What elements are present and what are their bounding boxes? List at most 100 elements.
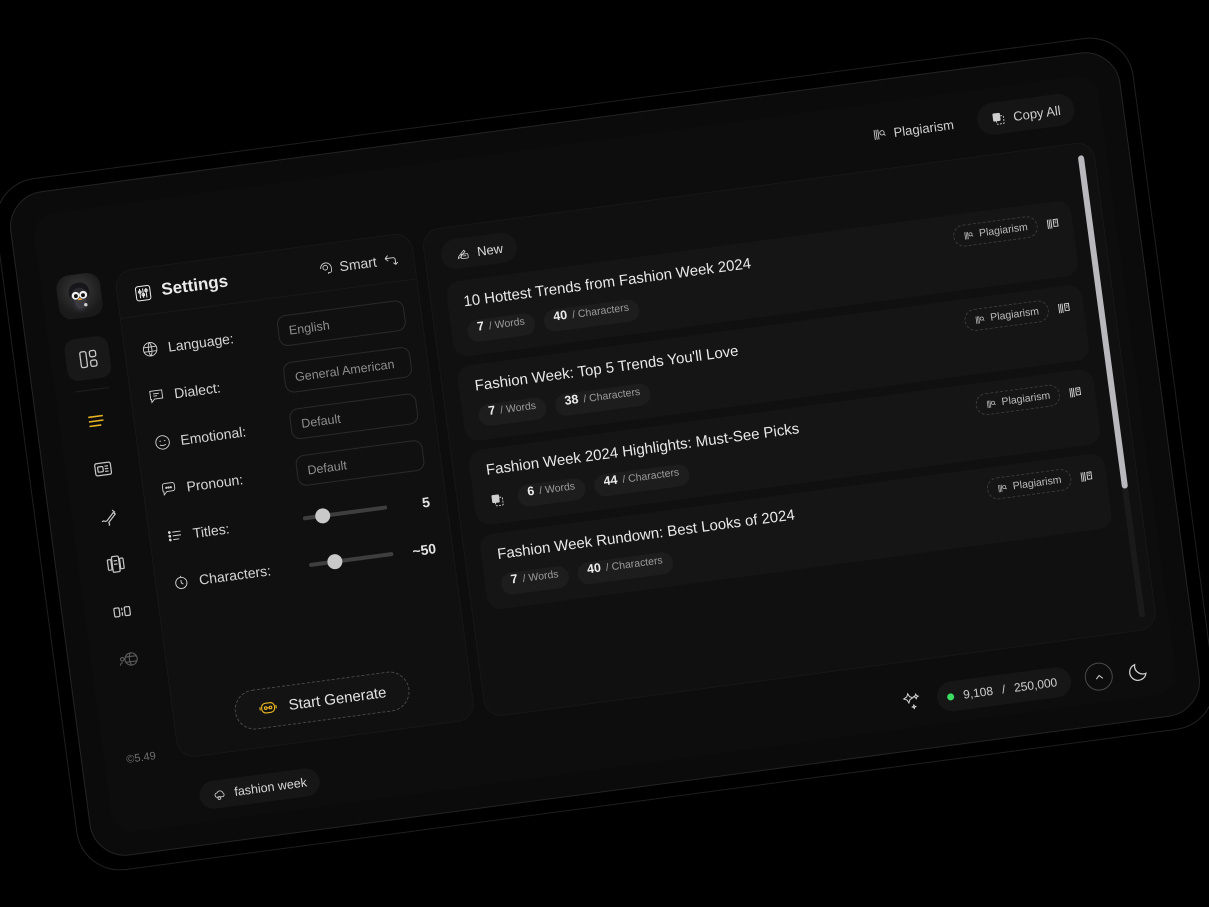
- pronoun-value: Default: [306, 457, 348, 477]
- row-plagiarism-button[interactable]: Plagiarism: [962, 298, 1050, 332]
- sidebar-item-dashboard[interactable]: [62, 334, 112, 382]
- plagiarism-icon: [973, 313, 985, 325]
- characters-unit: / Characters: [604, 553, 663, 574]
- row-plagiarism-button[interactable]: Plagiarism: [973, 382, 1062, 416]
- sidebar-divider: [74, 386, 109, 393]
- titles-label-group: Titles:: [164, 510, 293, 545]
- copy-all-label: Copy All: [1011, 101, 1061, 123]
- titles-label: Titles:: [191, 519, 230, 541]
- newspaper-icon: [90, 456, 114, 480]
- sidebar-item-titles[interactable]: [71, 397, 120, 444]
- cloud-icon: [211, 785, 228, 802]
- plagiarism-icon: [962, 228, 974, 240]
- sidebar-item-rewrite[interactable]: [84, 492, 133, 539]
- sidebar-item-article[interactable]: [77, 444, 126, 491]
- titles-slider-value: 5: [420, 492, 431, 510]
- dialect-label-group: Dialect:: [146, 370, 275, 405]
- row-check-icon-button[interactable]: [1044, 215, 1060, 231]
- tab-new[interactable]: New: [438, 230, 519, 271]
- words-unit: / Words: [487, 315, 525, 332]
- start-generate-button[interactable]: Start Generate: [232, 668, 412, 732]
- characters-count: 38: [563, 391, 579, 408]
- speech-dots-icon: [158, 478, 178, 498]
- words-unit: / Words: [521, 567, 559, 585]
- characters-slider-knob[interactable]: [325, 552, 343, 570]
- plagiarism-button[interactable]: Plagiarism: [855, 106, 969, 152]
- sidebar-item-audience[interactable]: [103, 635, 152, 682]
- words-chip: 7 / Words: [499, 564, 570, 596]
- row-plagiarism-button[interactable]: Plagiarism: [951, 214, 1039, 248]
- language-select[interactable]: English: [275, 298, 407, 347]
- titles-slider-track[interactable]: [302, 504, 387, 524]
- dialect-label: Dialect:: [172, 378, 221, 401]
- settings-title-group: Settings: [132, 271, 229, 303]
- dashboard-grid-icon: [76, 346, 100, 370]
- row-plagiarism-button[interactable]: Plagiarism: [985, 467, 1073, 501]
- avatar[interactable]: [54, 270, 104, 321]
- characters-chip: 40 / Characters: [575, 550, 674, 586]
- characters-slider-track[interactable]: [308, 550, 394, 570]
- row-check-icon-button[interactable]: [1067, 384, 1083, 400]
- characters-label-group: Characters:: [171, 557, 300, 592]
- row-plagiarism-label: Plagiarism: [989, 304, 1040, 324]
- tablet-device: Plagiarism Copy All ©5.49 Settings Smart…: [0, 31, 1209, 876]
- chevron-up-icon: [1091, 669, 1106, 684]
- language-label-group: Language:: [139, 324, 268, 359]
- status-dot: [946, 691, 955, 700]
- swap-arrow-icon[interactable]: [381, 250, 400, 269]
- emoji-icon: [152, 431, 172, 451]
- language-value: English: [287, 317, 330, 337]
- copy-all-button[interactable]: Copy All: [974, 91, 1076, 137]
- new-document-icon: [454, 244, 471, 261]
- characters-label: Characters:: [197, 561, 272, 587]
- page-title: Settings: [159, 270, 229, 299]
- characters-unit: / Characters: [582, 385, 641, 405]
- pronoun-select[interactable]: Default: [294, 438, 426, 487]
- split-icon: [109, 599, 133, 623]
- emotional-select[interactable]: Default: [287, 392, 419, 440]
- speech-lines-icon: [146, 385, 166, 405]
- row-check-icon-button[interactable]: [1055, 300, 1071, 316]
- result-card-actions: Plagiarism: [973, 380, 1083, 416]
- titles-slider[interactable]: 5: [301, 493, 430, 526]
- credits-used: 9,108: [961, 683, 994, 702]
- smart-label: Smart: [337, 253, 378, 274]
- titles-slider-knob[interactable]: [314, 506, 331, 524]
- dark-mode-toggle[interactable]: [1125, 658, 1151, 684]
- copy-title-button[interactable]: [489, 491, 506, 508]
- brain-head-icon: [316, 259, 334, 277]
- words-count: 7: [486, 402, 496, 418]
- globe-icon: [139, 338, 159, 358]
- words-unit: / Words: [498, 399, 537, 416]
- characters-slider[interactable]: ~50: [307, 539, 436, 572]
- result-card-actions: Plagiarism: [962, 296, 1072, 332]
- characters-chip: 38 / Characters: [553, 382, 652, 417]
- words-chip: 6 / Words: [515, 476, 587, 508]
- globe-person-icon: [116, 647, 140, 671]
- app-screen: Plagiarism Copy All ©5.49 Settings Smart…: [30, 73, 1179, 834]
- result-card-actions: Plagiarism: [985, 464, 1094, 501]
- pronoun-label-group: Pronoun:: [158, 463, 287, 498]
- smart-mode-toggle[interactable]: Smart: [316, 250, 400, 278]
- language-label: Language:: [166, 329, 235, 354]
- sidebar-item-compare[interactable]: [96, 587, 145, 634]
- plagiarism-icon: [996, 481, 1008, 493]
- dialect-select[interactable]: General American: [281, 345, 413, 394]
- row-plagiarism-label: Plagiarism: [977, 220, 1028, 240]
- keyword-tag[interactable]: fashion week: [197, 766, 322, 810]
- characters-chip: 40 / Characters: [541, 297, 641, 333]
- clock-icon: [171, 571, 191, 591]
- list-icon: [164, 524, 184, 544]
- row-check-icon-button[interactable]: [1078, 468, 1094, 484]
- pronoun-label: Pronoun:: [185, 470, 244, 494]
- sparkle-icon: [900, 689, 925, 714]
- app-version: ©5.49: [125, 749, 157, 766]
- characters-count: 40: [585, 560, 602, 576]
- words-chip: 7 / Words: [476, 395, 548, 427]
- characters-slider-value: ~50: [410, 539, 437, 559]
- credits-total: 250,000: [1012, 674, 1058, 695]
- scroll-to-top-button[interactable]: [1082, 660, 1115, 692]
- lines-icon: [83, 408, 108, 433]
- sidebar-item-templates[interactable]: [90, 540, 139, 587]
- start-generate-label: Start Generate: [287, 683, 387, 713]
